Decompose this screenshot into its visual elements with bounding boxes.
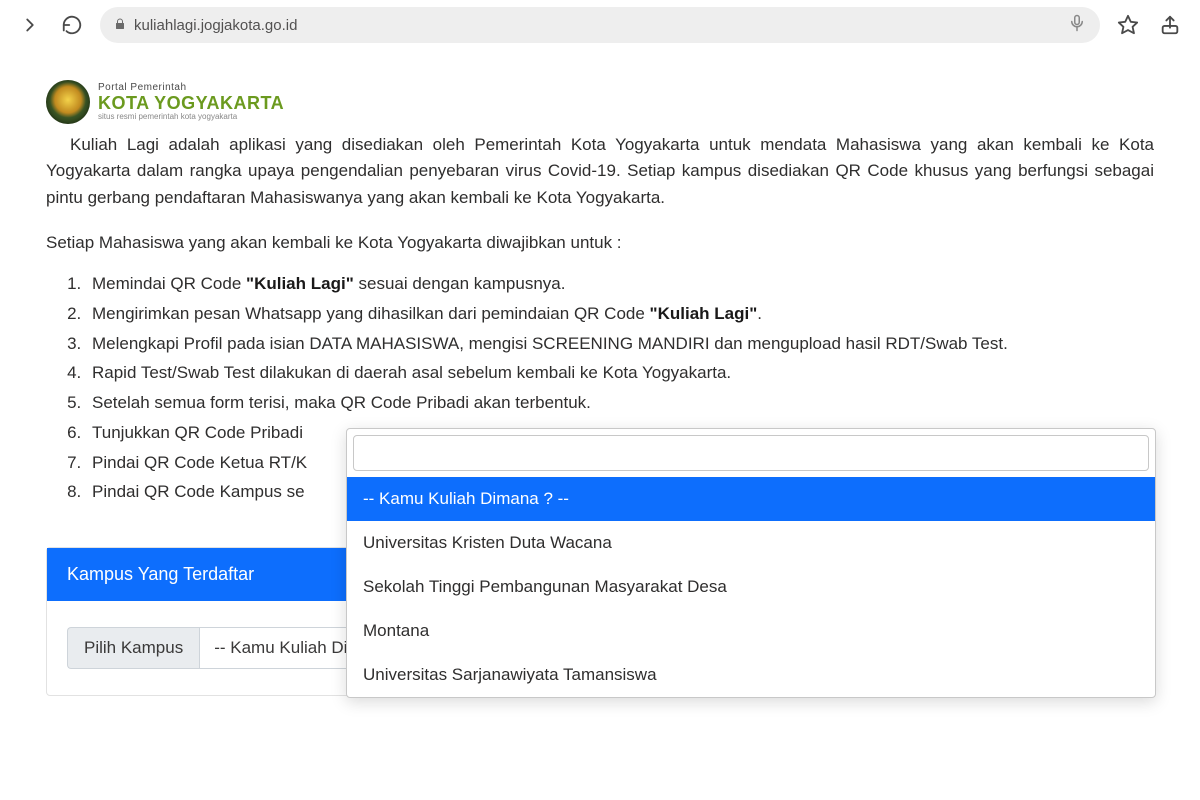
list-item: Setelah semua form terisi, maka QR Code … xyxy=(86,388,1154,418)
list-item: Melengkapi Profil pada isian DATA MAHASI… xyxy=(86,329,1154,359)
list-item: Memindai QR Code "Kuliah Lagi" sesuai de… xyxy=(86,269,1154,299)
dropdown-option[interactable]: Universitas Kristen Duta Wacana xyxy=(347,521,1155,565)
address-bar[interactable]: kuliahlagi.jogjakota.go.id xyxy=(100,7,1100,43)
dropdown-option[interactable]: Sekolah Tinggi Pembangunan Masyarakat De… xyxy=(347,565,1155,609)
bookmark-button[interactable] xyxy=(1114,11,1142,39)
dropdown-option[interactable]: -- Kamu Kuliah Dimana ? -- xyxy=(347,477,1155,521)
share-button[interactable] xyxy=(1156,11,1184,39)
url-host: kuliahlagi.jogjakota.go.id xyxy=(134,17,297,34)
dropdown-option[interactable]: Universitas Sarjanawiyata Tamansiswa xyxy=(347,653,1155,697)
site-logo[interactable]: Portal Pemerintah KOTA YOGYAKARTA situs … xyxy=(46,80,1184,124)
forward-button[interactable] xyxy=(16,11,44,39)
city-emblem-icon xyxy=(46,80,90,124)
intro-paragraph: Kuliah Lagi adalah aplikasi yang disedia… xyxy=(46,132,1154,211)
browser-toolbar: kuliahlagi.jogjakota.go.id xyxy=(0,0,1200,50)
lock-icon xyxy=(114,17,126,34)
campus-field-label: Pilih Kampus xyxy=(67,627,199,669)
reload-button[interactable] xyxy=(58,11,86,39)
list-item: Mengirimkan pesan Whatsapp yang dihasilk… xyxy=(86,299,1154,329)
logo-line-2: KOTA YOGYAKARTA xyxy=(98,94,284,112)
mic-icon[interactable] xyxy=(1068,14,1086,36)
steps-lead-in: Setiap Mahasiswa yang akan kembali ke Ko… xyxy=(46,233,1154,253)
dropdown-option-list: -- Kamu Kuliah Dimana ? -- Universitas K… xyxy=(347,477,1155,697)
logo-line-1: Portal Pemerintah xyxy=(98,83,284,93)
dropdown-search-input[interactable] xyxy=(353,435,1149,471)
dropdown-option[interactable]: Montana xyxy=(347,609,1155,653)
logo-line-3: situs resmi pemerintah kota yogyakarta xyxy=(98,113,284,121)
campus-dropdown: -- Kamu Kuliah Dimana ? -- Universitas K… xyxy=(346,428,1156,698)
logo-text: Portal Pemerintah KOTA YOGYAKARTA situs … xyxy=(98,83,284,121)
dropdown-search-wrap xyxy=(347,429,1155,477)
list-item: Rapid Test/Swab Test dilakukan di daerah… xyxy=(86,358,1154,388)
